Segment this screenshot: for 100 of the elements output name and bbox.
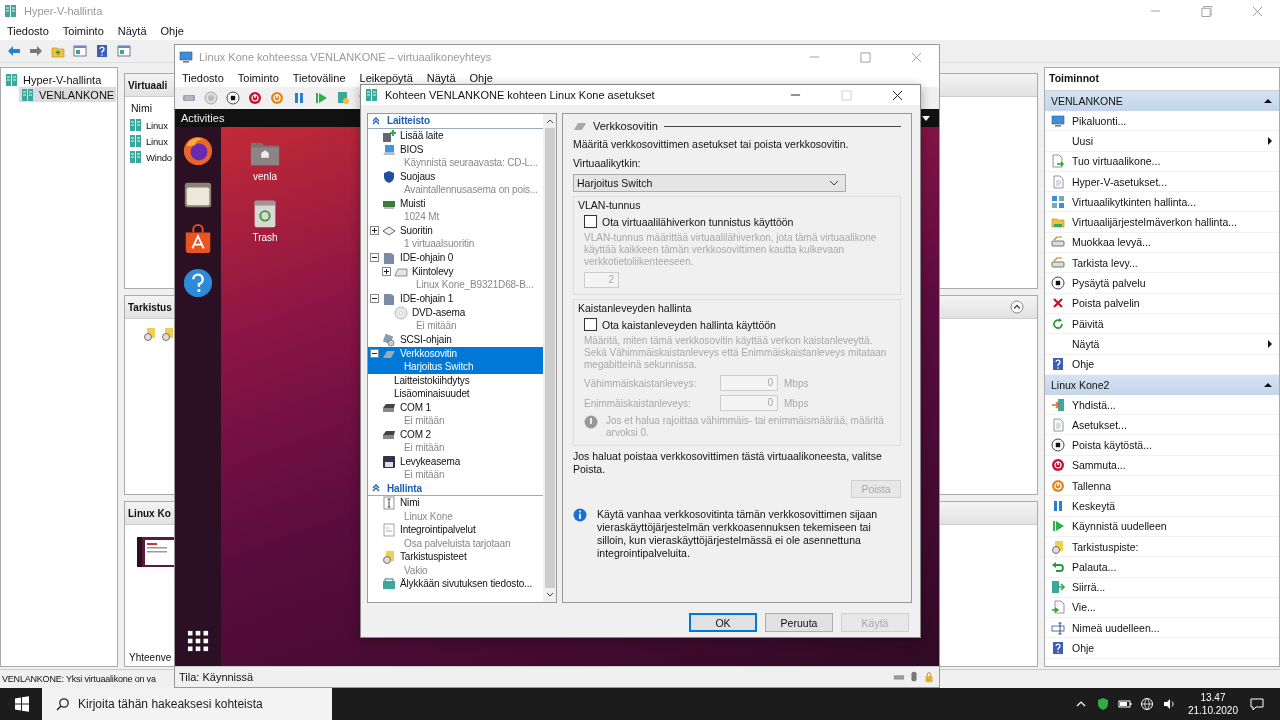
activities-button[interactable]: Activities	[181, 112, 225, 124]
minimize-icon[interactable]	[790, 94, 801, 96]
expand-icon[interactable]	[370, 225, 379, 235]
forward-icon[interactable]	[29, 44, 43, 58]
switch-dropdown[interactable]: Harjoitus Switch	[573, 174, 846, 192]
menu-item[interactable]: Näytä	[419, 72, 463, 84]
tree-item[interactable]: VENLANKONE	[19, 87, 117, 102]
scroll-down-icon[interactable]	[544, 591, 555, 599]
power-icon[interactable]	[270, 91, 284, 105]
help-icon[interactable]	[182, 267, 214, 299]
tree-item[interactable]: Tarkistuspisteet Vakio	[368, 550, 543, 577]
tree-item[interactable]: Lisäominaisuudet	[368, 387, 543, 401]
collapse-icon[interactable]	[1263, 96, 1273, 106]
tree-item[interactable]: Levykeasema Ei mitään	[368, 454, 543, 482]
tree-item[interactable]: Nimi Linux Kone	[368, 496, 543, 523]
browser-icon[interactable]	[182, 135, 214, 167]
action-item[interactable]: Pysäytä palvelu	[1045, 273, 1279, 294]
menu-item[interactable]: Leikepöytä	[352, 72, 420, 84]
action-item[interactable]: Ohje	[1045, 354, 1279, 375]
notification-icon[interactable]	[1250, 697, 1264, 711]
action-item[interactable]: Sammuta...	[1045, 455, 1279, 477]
menu-item[interactable]: Tiedosto	[175, 72, 231, 84]
search-field[interactable]: Kirjoita tähän hakeaksesi kohteista	[42, 688, 332, 720]
panel-icon[interactable]	[73, 44, 87, 58]
power-icon[interactable]	[248, 91, 262, 105]
action-item[interactable]: Tarkista levy...	[1045, 253, 1279, 274]
action-item[interactable]: Uusi	[1045, 131, 1279, 152]
dialog-button[interactable]: OK	[689, 613, 757, 632]
collapse-icon[interactable]	[1010, 300, 1024, 314]
tree-item[interactable]: Kiintolevy Linux Kone_B9321D68-B...	[368, 264, 543, 292]
pause-icon[interactable]	[292, 91, 306, 105]
collapse-icon[interactable]	[370, 348, 379, 358]
menu-item[interactable]: Ohje	[462, 72, 500, 84]
menu-item[interactable]: Toiminto	[55, 25, 111, 37]
expand-icon[interactable]	[382, 266, 391, 276]
menu-item[interactable]: Tiedosto	[0, 25, 56, 37]
tree-item[interactable]: BIOS Käynnistä seuraavasta: CD-L...	[368, 142, 543, 170]
apps-grid-icon[interactable]	[187, 630, 209, 652]
tree-item[interactable]: DVD-asema Ei mitään	[368, 305, 543, 333]
action-item[interactable]: Yhdistä...	[1045, 394, 1279, 416]
action-item[interactable]: Virtuaalijärjestelmäverkon hallinta...	[1045, 212, 1279, 233]
tree-item[interactable]: Integrointipalvelut Osa palveluista tarjotaan	[368, 523, 543, 550]
action-item[interactable]: Ohje	[1045, 638, 1279, 659]
tree-item[interactable]: IDE-ohjain 1	[368, 291, 543, 306]
scrollbar[interactable]	[543, 114, 556, 602]
tree-item[interactable]: Laitteistokiihdytys	[368, 373, 543, 387]
tree-item[interactable]: COM 2 Ei mitään	[368, 427, 543, 455]
group-header[interactable]: VENLANKONE	[1045, 91, 1279, 111]
tree-item[interactable]: Älykkään sivutuksen tiedosto...	[368, 577, 543, 591]
menu-item[interactable]: Tietoväline	[285, 72, 353, 84]
action-item[interactable]: Nimeä uudelleen...	[1045, 618, 1279, 639]
column-header[interactable]: Nimi	[131, 102, 152, 114]
action-item[interactable]: Siirrä...	[1045, 577, 1279, 598]
start-icon[interactable]	[14, 696, 30, 712]
action-item[interactable]: Muokkaa levyä...	[1045, 232, 1279, 254]
tree-item[interactable]: Muisti 1024 Mt	[368, 196, 543, 224]
chevron-icon[interactable]	[371, 115, 381, 126]
close-icon[interactable]	[892, 89, 903, 101]
action-item[interactable]: Tallenna	[1045, 476, 1279, 497]
checkpoint-icon[interactable]	[336, 91, 350, 105]
action-item[interactable]: Käynnistä uudelleen	[1045, 516, 1279, 537]
scroll-up-icon[interactable]	[544, 117, 555, 125]
tab[interactable]: Yhteenve	[125, 649, 176, 666]
action-item[interactable]: Palauta...	[1045, 557, 1279, 578]
action-item[interactable]: Asetukset...	[1045, 415, 1279, 436]
tree-item[interactable]: SCSI-ohjain	[368, 332, 543, 347]
desktop-icon-label[interactable]: venla	[253, 171, 277, 182]
tree-item[interactable]: Lisää laite	[368, 128, 543, 143]
clock-date[interactable]: 21.10.2020	[1187, 704, 1238, 717]
stop-icon[interactable]	[226, 91, 240, 105]
clock-time[interactable]: 13.47	[1200, 691, 1226, 704]
tree-item[interactable]: COM 1 Ei mitään	[368, 400, 543, 428]
section-header[interactable]: Laitteisto	[368, 114, 543, 129]
collapse-icon[interactable]	[370, 293, 379, 303]
tree-item[interactable]: Suoritin 1 virtuaalsuoritin	[368, 223, 543, 251]
folder-icon[interactable]	[51, 44, 65, 58]
action-item[interactable]: Tuo virtuaalikone...	[1045, 151, 1279, 172]
dropdown-arrow-icon[interactable]	[921, 113, 931, 123]
collapse-icon[interactable]	[370, 252, 379, 262]
globe-icon[interactable]	[1139, 697, 1154, 711]
menu-item[interactable]: Ohje	[153, 25, 191, 37]
action-item[interactable]: Vie...	[1045, 597, 1279, 619]
action-item[interactable]: Virtuaalikytkinten hallinta...	[1045, 192, 1279, 213]
group-header[interactable]: Linux Kone2	[1045, 374, 1279, 395]
back-icon[interactable]	[7, 44, 21, 58]
action-item[interactable]: Päivitä	[1045, 313, 1279, 335]
shield-icon[interactable]	[1095, 697, 1110, 711]
tree-item[interactable]: Hyper-V-hallinta	[3, 72, 104, 87]
menu-item[interactable]: Toiminto	[230, 72, 286, 84]
start-icon[interactable]	[204, 91, 218, 105]
action-item[interactable]: Poista käytöstä...	[1045, 435, 1279, 456]
panel-icon[interactable]	[117, 44, 131, 58]
menu-item[interactable]: Näytä	[110, 25, 154, 37]
battery-icon[interactable]	[1117, 697, 1132, 711]
dialog-button[interactable]: Peruuta	[765, 613, 833, 632]
tree-item[interactable]: IDE-ohjain 0	[368, 250, 543, 265]
action-item[interactable]: Näytä	[1045, 334, 1279, 355]
speaker-icon[interactable]	[1161, 697, 1176, 711]
action-item[interactable]: Tarkistuspiste:	[1045, 536, 1279, 558]
chevron-icon[interactable]	[371, 483, 381, 494]
